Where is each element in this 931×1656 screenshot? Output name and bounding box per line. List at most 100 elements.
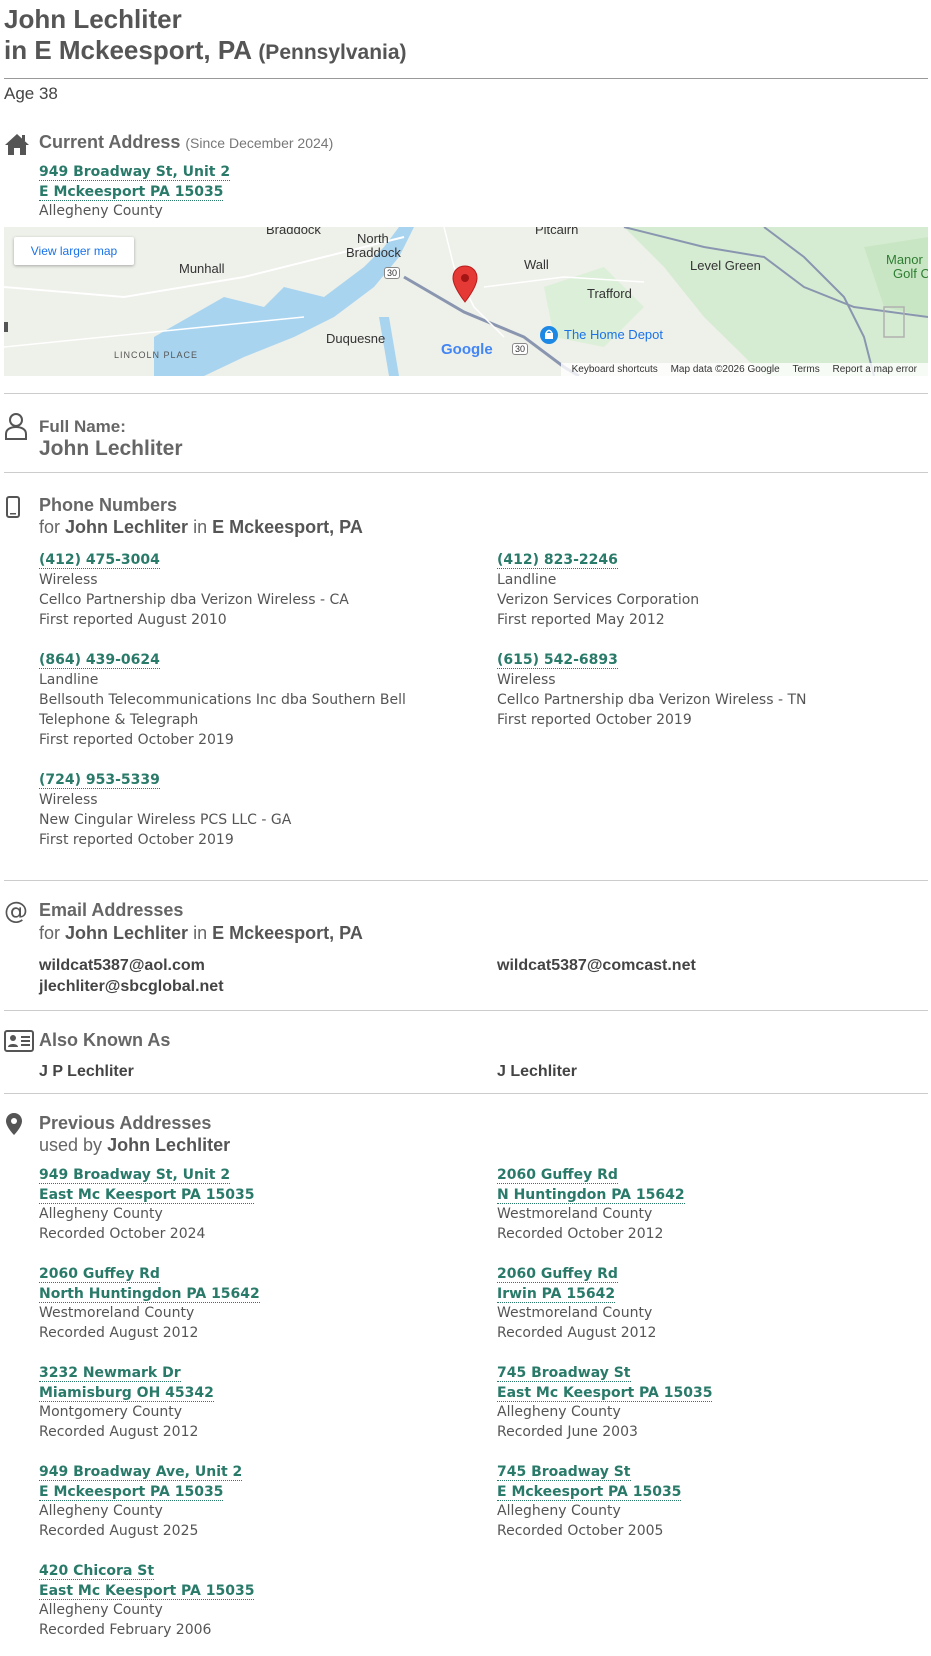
previous-address-county: Allegheny County [497, 1404, 621, 1420]
map-label-wall: Wall [524, 257, 549, 272]
previous-address-recorded: Recorded August 2012 [39, 1423, 199, 1440]
phone-numbers-title: Phone Numbers [39, 495, 178, 515]
phone-type: Wireless [39, 792, 98, 808]
previous-address-recorded: Recorded October 2012 [497, 1225, 664, 1242]
emails-sub-in: in [193, 923, 208, 943]
previous-address-line1-link[interactable]: 2060 Guffey Rd [39, 1266, 160, 1283]
user-icon [5, 413, 27, 440]
google-logo: Google [441, 341, 493, 358]
previous-address-entry: 2060 Guffey Rd N Huntingdon PA 15642 Wes… [497, 1166, 685, 1244]
terms-link[interactable]: Terms [793, 364, 820, 375]
person-location: in E Mckeesport, PA (Pennsylvania) [4, 35, 407, 68]
previous-address-line2-link[interactable]: Irwin PA 15642 [497, 1285, 616, 1303]
previous-address-line1-link[interactable]: 949 Broadway Ave, Unit 2 [39, 1464, 243, 1481]
map-label-level-green: Level Green [690, 258, 761, 273]
current-address-line2-link[interactable]: E Mckeesport PA 15035 [39, 183, 224, 201]
phone-number-link[interactable]: (412) 823-2246 [497, 552, 618, 569]
location-text: in E Mckeesport, PA [4, 35, 252, 65]
phone-type: Landline [497, 572, 557, 588]
previous-address-entry: 3232 Newmark Dr Miamisburg OH 45342 Mont… [39, 1364, 214, 1442]
previous-address-line1-link[interactable]: 2060 Guffey Rd [497, 1266, 618, 1283]
previous-address-line1-link[interactable]: 745 Broadway St [497, 1365, 631, 1382]
view-larger-map-button[interactable]: View larger map [14, 237, 134, 265]
age-text: Age 38 [4, 84, 58, 103]
previous-address-county: Westmoreland County [497, 1305, 653, 1321]
email-item: jlechliter@sbcglobal.net [39, 978, 224, 995]
previous-address-line1-link[interactable]: 949 Broadway St, Unit 2 [39, 1167, 231, 1184]
previous-sub-name: John Lechliter [107, 1135, 231, 1155]
previous-address-line2-link[interactable]: North Huntingdon PA 15642 [39, 1285, 260, 1303]
phone-carrier: Cellco Partnership dba Verizon Wireless … [497, 692, 807, 708]
state-full: (Pennsylvania) [258, 41, 407, 64]
emails-sub-loc: E Mckeesport, PA [212, 923, 363, 943]
page-header: John Lechliter in E Mckeesport, PA (Penn… [4, 4, 407, 68]
phone-type: Landline [39, 672, 99, 688]
email-item: wildcat5387@aol.com [39, 957, 205, 974]
previous-address-entry: 949 Broadway Ave, Unit 2 E Mckeesport PA… [39, 1463, 243, 1541]
phone-carrier: Bellsouth Telecommunications Inc dba Sou… [39, 692, 406, 728]
previous-address-county: Montgomery County [39, 1404, 183, 1420]
phone-type: Wireless [497, 672, 556, 688]
previous-address-line1-link[interactable]: 3232 Newmark Dr [39, 1365, 181, 1382]
current-address-line1-link[interactable]: 949 Broadway St, Unit 2 [39, 164, 231, 181]
map-label-lincoln-place: LINCOLN PLACE [114, 350, 199, 360]
email-addresses-title: Email Addresses [39, 900, 184, 920]
previous-address-line1-link[interactable]: 2060 Guffey Rd [497, 1167, 618, 1184]
email-addresses-subtitle: for John Lechliter in E Mckeesport, PA [39, 923, 363, 944]
previous-address-line1-link[interactable]: 745 Broadway St [497, 1464, 631, 1481]
phone-numbers-subtitle: for John Lechliter in E Mckeesport, PA [39, 517, 363, 538]
phone-number-link[interactable]: (615) 542-6893 [497, 652, 618, 669]
aka-item: J P Lechliter [39, 1063, 134, 1080]
previous-address-entry: 745 Broadway St East Mc Keesport PA 1503… [497, 1364, 713, 1442]
phone-icon [6, 496, 20, 518]
previous-address-line2-link[interactable]: E Mckeesport PA 15035 [39, 1483, 224, 1501]
keyboard-shortcuts-link[interactable]: Keyboard shortcuts [572, 364, 658, 375]
previous-address-line1-link[interactable]: 420 Chicora St [39, 1563, 155, 1580]
current-address-title: Current Address [39, 132, 181, 152]
map-footer: Keyboard shortcuts Map data ©2026 Google… [560, 363, 928, 376]
phone-entry: (412) 823-2246 Landline Verizon Services… [497, 550, 927, 630]
previous-address-line2-link[interactable]: E Mckeesport PA 15035 [497, 1483, 682, 1501]
map-label-braddock: Braddock [266, 227, 321, 237]
previous-address-county: Allegheny County [39, 1602, 163, 1618]
email-item: wildcat5387@comcast.net [497, 957, 696, 974]
divider-2 [4, 472, 928, 473]
divider-1 [4, 393, 928, 394]
previous-address-line2-link[interactable]: Miamisburg OH 45342 [39, 1384, 214, 1402]
phone-number-link[interactable]: (864) 439-0624 [39, 652, 160, 669]
map-label-duquesne: Duquesne [326, 331, 386, 346]
report-map-error-link[interactable]: Report a map error [833, 364, 917, 375]
previous-addresses-subtitle: used by John Lechliter [39, 1135, 230, 1156]
phones-sub-in: in [193, 517, 208, 537]
previous-address-county: Allegheny County [497, 1503, 621, 1519]
phone-entry: (412) 475-3004 Wireless Cellco Partnersh… [39, 550, 469, 630]
map-embed[interactable]: View larger map Braddock North Braddock … [4, 227, 928, 376]
previous-address-county: Allegheny County [39, 1206, 163, 1222]
previous-address-recorded: Recorded August 2012 [497, 1324, 657, 1341]
emails-sub-name: John Lechliter [65, 923, 189, 943]
phone-reported: First reported May 2012 [497, 612, 665, 628]
previous-address-line2-link[interactable]: East Mc Keesport PA 15035 [39, 1186, 255, 1204]
map-label-home-depot[interactable]: The Home Depot [564, 327, 663, 342]
previous-address-line2-link[interactable]: N Huntingdon PA 15642 [497, 1186, 685, 1204]
phones-sub-name: John Lechliter [65, 517, 189, 537]
previous-address-line2-link[interactable]: East Mc Keesport PA 15035 [39, 1582, 255, 1600]
phone-carrier: New Cingular Wireless PCS LLC - GA [39, 812, 292, 828]
divider-5 [4, 1093, 928, 1094]
map-label-munhall: Munhall [179, 261, 225, 276]
home-icon [5, 134, 29, 155]
map-location-pin-icon[interactable] [452, 265, 478, 303]
also-known-as-title: Also Known As [39, 1030, 171, 1050]
previous-address-recorded: Recorded June 2003 [497, 1423, 638, 1440]
phone-type: Wireless [39, 572, 98, 588]
previous-address-entry: 2060 Guffey Rd North Huntingdon PA 15642… [39, 1265, 260, 1343]
divider-4 [4, 1010, 928, 1011]
phone-reported: First reported October 2019 [497, 712, 692, 728]
previous-address-entry: 949 Broadway St, Unit 2 East Mc Keesport… [39, 1166, 255, 1244]
map-label-north: North [357, 231, 389, 246]
previous-address-line2-link[interactable]: East Mc Keesport PA 15035 [497, 1384, 713, 1402]
previous-address-recorded: Recorded August 2012 [39, 1324, 199, 1341]
home-depot-pin-icon[interactable] [539, 325, 559, 345]
phone-number-link[interactable]: (724) 953-5339 [39, 772, 160, 789]
phone-number-link[interactable]: (412) 475-3004 [39, 552, 160, 569]
